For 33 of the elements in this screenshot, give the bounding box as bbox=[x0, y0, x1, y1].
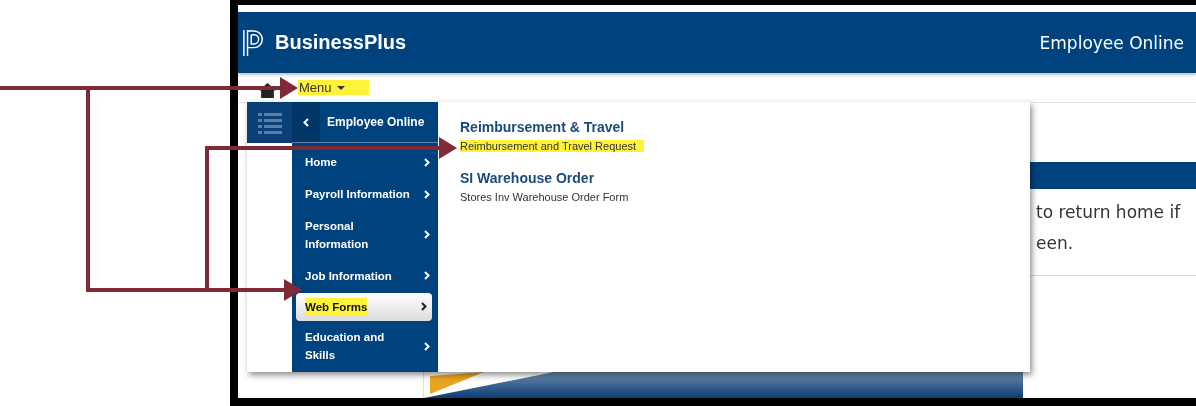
chevron-right-icon bbox=[424, 230, 430, 240]
form-description[interactable]: Reimbursement and Travel Request bbox=[460, 140, 645, 152]
nav-label: Home bbox=[305, 155, 337, 171]
chevron-right-icon bbox=[424, 271, 430, 281]
chevron-right-icon bbox=[421, 302, 427, 312]
chevron-right-icon bbox=[424, 157, 430, 167]
chevron-right-icon bbox=[424, 189, 430, 199]
form-link[interactable]: SI Warehouse Order bbox=[460, 170, 595, 186]
caret-icon bbox=[336, 85, 345, 90]
nav-item[interactable]: Home bbox=[292, 147, 438, 178]
nav-label: Payroll Information bbox=[305, 187, 410, 203]
form-description[interactable]: Stores Inv Warehouse Order Form bbox=[460, 191, 637, 203]
back-button[interactable] bbox=[292, 102, 320, 143]
form-link[interactable]: Reimbursement & Travel bbox=[460, 119, 625, 135]
logo-icon bbox=[242, 27, 266, 58]
list-icon[interactable] bbox=[257, 111, 282, 134]
menu-button[interactable]: Menu bbox=[298, 80, 369, 95]
nav-item[interactable]: Education and Skills bbox=[292, 322, 438, 370]
module-title: Employee Online bbox=[1039, 32, 1184, 53]
chevron-left-icon bbox=[303, 117, 309, 127]
home-icon[interactable] bbox=[259, 83, 276, 98]
nav-item[interactable]: Payroll Information bbox=[292, 179, 438, 210]
app-name: BusinessPlus bbox=[275, 31, 407, 54]
nav-item[interactable]: Personal Information bbox=[292, 211, 438, 259]
nav-item[interactable]: Web Forms bbox=[296, 292, 432, 321]
nav-label: Education and Skills bbox=[305, 330, 386, 364]
nav-label: Personal Information bbox=[305, 218, 370, 252]
nav-title: Employee Online bbox=[326, 114, 425, 132]
chevron-right-icon bbox=[424, 341, 430, 351]
nav-item[interactable]: Job Information bbox=[292, 260, 438, 291]
message-text: to return home if een. bbox=[1036, 201, 1182, 255]
nav-label: Web Forms bbox=[305, 297, 368, 316]
nav-label: Job Information bbox=[305, 268, 392, 284]
